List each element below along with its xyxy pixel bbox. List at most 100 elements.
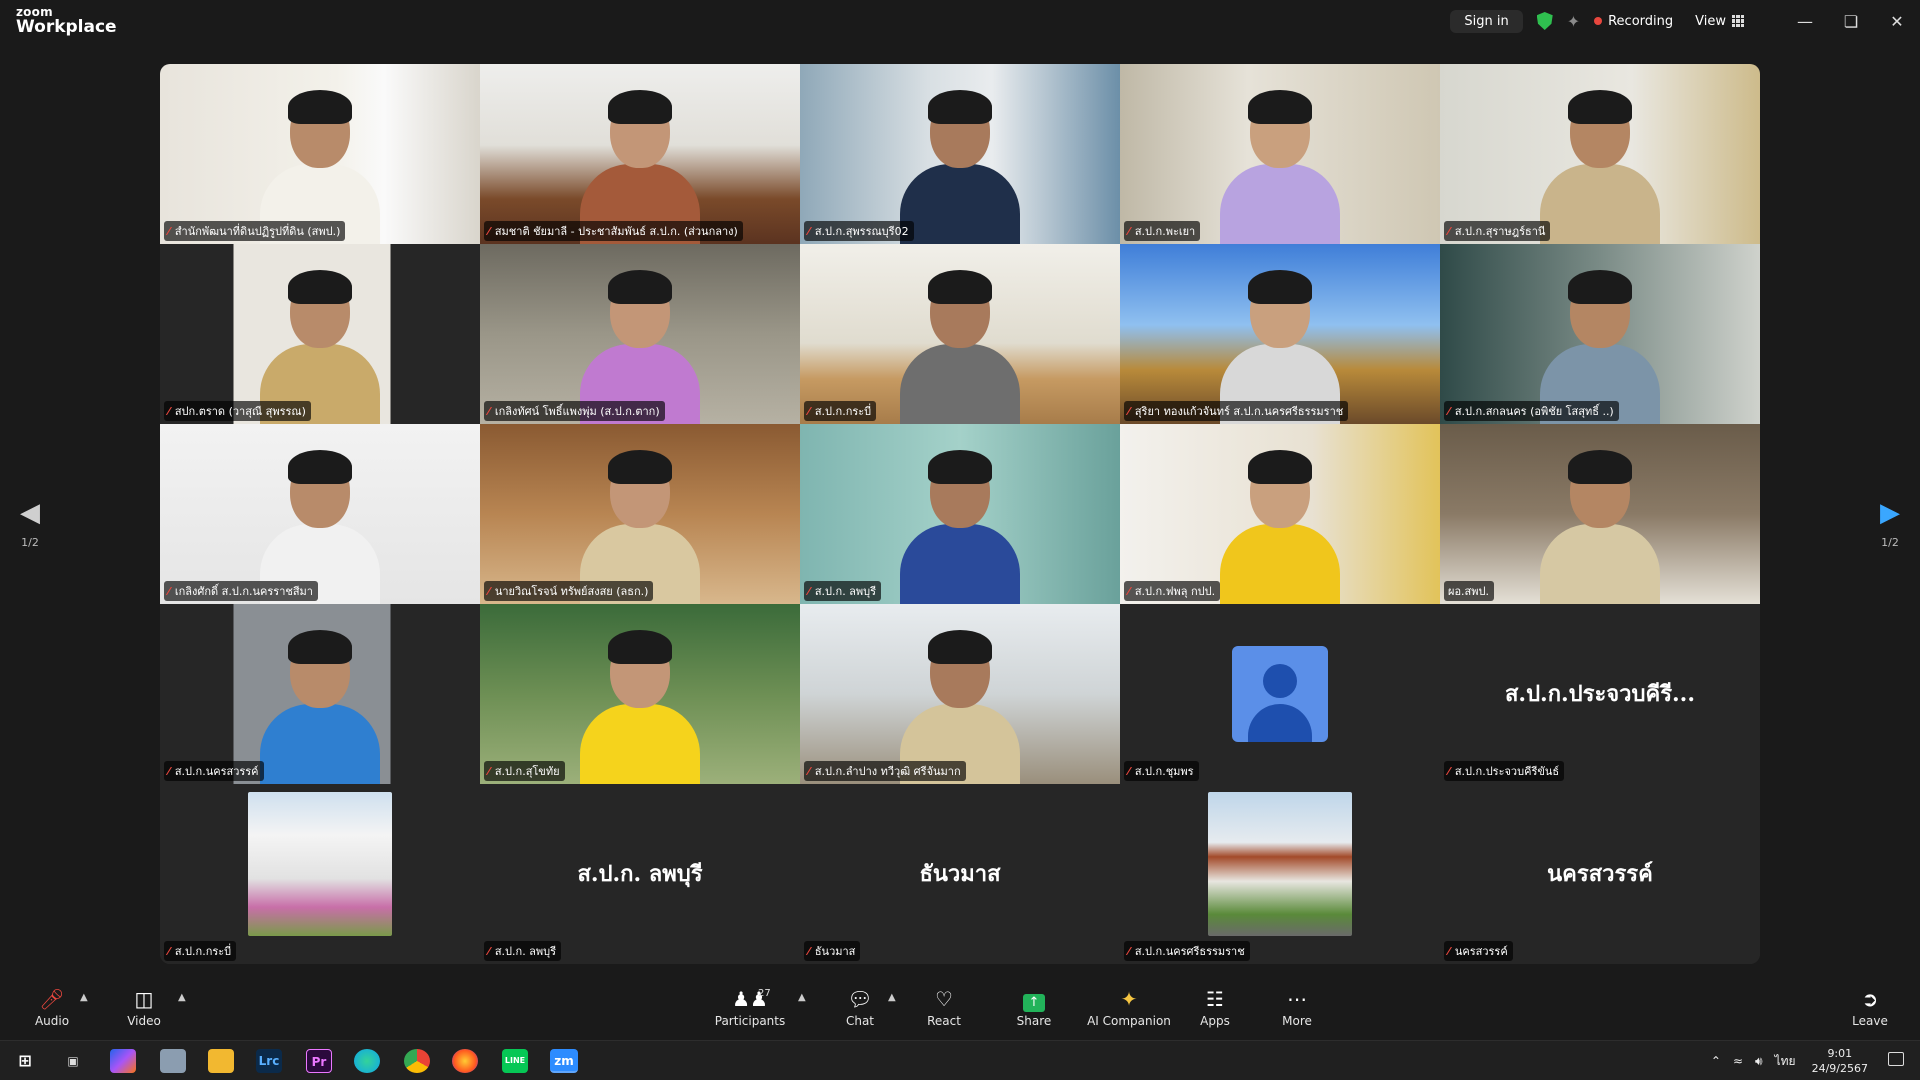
close-icon[interactable]: ✕	[1874, 12, 1920, 31]
participant-video	[160, 64, 480, 244]
taskbar-clock[interactable]: 9:01 24/9/2567	[1812, 1046, 1868, 1076]
participant-tile[interactable]: ⁄ นายวิณโรจน์ ทรัพย์สงสย (ลธก.)	[480, 424, 800, 604]
participant-tile[interactable]: ⁄ ส.ป.ก.นครศรีธรรมราช	[1120, 784, 1440, 964]
zoom-app-icon[interactable]: zm	[550, 1049, 578, 1073]
participant-name-tag: ⁄ เกลิงศักดิ์ ส.ป.ก.นครราชสีมา	[164, 581, 318, 601]
participant-tile[interactable]: ⁄ ส.ป.ก.สุราษฎร์ธานี	[1440, 64, 1760, 244]
chrome-browser-icon[interactable]	[404, 1049, 430, 1073]
premiere-pro-icon[interactable]: Pr	[306, 1049, 332, 1073]
participant-name-tag: ⁄ เกลิงทัศน์ โพธิ์แพงพุ่ม (ส.ป.ก.ตาก)	[484, 401, 665, 421]
participant-name-tag: ⁄ ธันวมาส	[804, 941, 861, 961]
apps-button[interactable]: ☷ Apps	[1175, 986, 1255, 1028]
windows-start-icon[interactable]: ⊞	[12, 1049, 38, 1073]
participant-tile[interactable]: ⁄ ส.ป.ก.สกลนคร (อพิชัย โสสุทธิ์ ..)	[1440, 244, 1760, 424]
participant-tile[interactable]: นครสวรรค์ ⁄ นครสวรรค์	[1440, 784, 1760, 964]
encryption-shield-icon[interactable]	[1536, 12, 1553, 30]
prev-page-icon[interactable]: ◀	[10, 498, 50, 528]
windows-taskbar: ⊞ ▣ Lrc Pr LINE zm ⌃ ≈ 🔊︎ ไทย 9:01 24/9/…	[0, 1040, 1920, 1080]
participant-name-tag: ⁄ ส.ป.ก.สุราษฎร์ธานี	[1444, 221, 1551, 241]
muted-mic-icon: ⁄	[168, 404, 170, 418]
participant-name: สำนักพัฒนาที่ดินปฏิรูปที่ดิน (สพป.)	[174, 225, 341, 238]
participant-tile[interactable]: ⁄ ส.ป.ก.สุโขทัย	[480, 604, 800, 784]
tray-overflow-icon[interactable]: ⌃	[1711, 1054, 1721, 1068]
participant-tile[interactable]: ⁄ ส.ป.ก.กระบี่	[160, 784, 480, 964]
participant-tile[interactable]: ⁄ ส.ป.ก. ลพบุรี	[800, 424, 1120, 604]
minimize-icon[interactable]: —	[1782, 12, 1828, 31]
participant-name: ส.ป.ก.ฟพลุ กปป.	[1134, 585, 1216, 598]
audio-options-caret-icon[interactable]: ▲	[80, 992, 88, 1003]
react-button[interactable]: ♡ React	[904, 986, 984, 1028]
participant-name-tag: ⁄ สมชาติ ชัยมาลี - ประชาสัมพันธ์ ส.ป.ก. (…	[484, 221, 743, 241]
muted-mic-icon: ⁄	[488, 584, 490, 598]
default-avatar-icon	[1232, 646, 1328, 742]
participant-video	[480, 244, 800, 424]
restore-icon[interactable]: ❏	[1828, 12, 1874, 31]
participant-tile[interactable]: ส.ป.ก. ลพบุรี ⁄ ส.ป.ก. ลพบุรี	[480, 784, 800, 964]
video-button[interactable]: ◫ Video	[104, 986, 184, 1028]
view-button[interactable]: View	[1695, 14, 1744, 29]
files-icon[interactable]	[160, 1049, 186, 1073]
participant-name-tag: ⁄ ส.ป.ก.ฟพลุ กปป.	[1124, 581, 1221, 601]
participants-label: Participants	[714, 1014, 786, 1028]
line-app-icon[interactable]: LINE	[502, 1049, 528, 1073]
participant-tile[interactable]: ⁄ สมชาติ ชัยมาลี - ประชาสัมพันธ์ ส.ป.ก. (…	[480, 64, 800, 244]
participant-tile[interactable]: ⁄ ส.ป.ก.กระบี่	[800, 244, 1120, 424]
video-options-caret-icon[interactable]: ▲	[178, 992, 186, 1003]
participant-tile[interactable]: ส.ป.ก.ประจวบคีรี... ⁄ ส.ป.ก.ประจวบคีรีขันธ…	[1440, 604, 1760, 784]
volume-icon[interactable]: 🔊︎	[1755, 1054, 1763, 1069]
participant-tile[interactable]: ⁄ สปก.ตราด (วาสุณี สุพรรณ)	[160, 244, 480, 424]
participants-count: 27	[758, 988, 771, 999]
participant-name: ส.ป.ก. ลพบุรี	[494, 945, 557, 958]
notifications-icon[interactable]	[1888, 1052, 1904, 1066]
edge-browser-icon[interactable]	[354, 1049, 380, 1073]
participant-tile[interactable]: ⁄ ส.ป.ก.ฟพลุ กปป.	[1120, 424, 1440, 604]
participant-video	[160, 604, 480, 784]
participant-tile[interactable]: ⁄ ส.ป.ก.สุพรรณบุรี02	[800, 64, 1120, 244]
participants-caret-icon[interactable]: ▲	[798, 992, 806, 1003]
next-page-nav[interactable]: ▶ 1/2	[1870, 498, 1910, 549]
lightroom-classic-icon[interactable]: Lrc	[256, 1049, 282, 1073]
grid-view-icon	[1732, 15, 1744, 27]
participant-tile[interactable]: ⁄ ส.ป.ก.พะเยา	[1120, 64, 1440, 244]
leave-label: Leave	[1852, 1014, 1888, 1028]
more-button[interactable]: ⋯ More	[1257, 986, 1337, 1028]
task-view-icon[interactable]: ▣	[60, 1049, 86, 1073]
participant-tile[interactable]: ⁄ เกลิงทัศน์ โพธิ์แพงพุ่ม (ส.ป.ก.ตาก)	[480, 244, 800, 424]
recording-indicator[interactable]: Recording	[1594, 14, 1673, 29]
file-explorer-icon[interactable]	[208, 1049, 234, 1073]
copilot-icon[interactable]	[110, 1049, 136, 1073]
participant-tile[interactable]: ธันวมาส ⁄ ธันวมาส	[800, 784, 1120, 964]
participant-tile[interactable]: ⁄ เกลิงศักดิ์ ส.ป.ก.นครราชสีมา	[160, 424, 480, 604]
participant-tile[interactable]: ⁄ ส.ป.ก.ชุมพร	[1120, 604, 1440, 784]
muted-mic-icon: ⁄	[1448, 404, 1450, 418]
ai-companion-button[interactable]: ✦ AI Companion	[1079, 986, 1179, 1028]
participant-figure	[1540, 90, 1660, 244]
participant-tile[interactable]: ⁄ สำนักพัฒนาที่ดินปฏิรูปที่ดิน (สพป.)	[160, 64, 480, 244]
react-label: React	[927, 1014, 961, 1028]
share-button[interactable]: ↑ Share	[994, 986, 1074, 1028]
participant-video	[800, 604, 1120, 784]
participant-name: ส.ป.ก.นครสวรรค์	[174, 765, 259, 778]
sign-in-button[interactable]: Sign in	[1450, 9, 1523, 33]
view-label: View	[1695, 13, 1726, 29]
firefox-browser-icon[interactable]	[452, 1049, 478, 1073]
wifi-icon[interactable]: ≈	[1733, 1054, 1743, 1068]
participant-tile[interactable]: ผอ.สพป.	[1440, 424, 1760, 604]
participant-name: ส.ป.ก. ลพบุรี	[814, 585, 877, 598]
participants-button[interactable]: ♟♟ 27 Participants	[710, 986, 790, 1028]
participant-tile[interactable]: ⁄ ส.ป.ก.ลำปาง ทวีวุฒิ ศรีจันมาก	[800, 604, 1120, 784]
participant-tile[interactable]: ⁄ สุริยา ทองแก้วจันทร์ ส.ป.ก.นครศรีธรรมรา…	[1120, 244, 1440, 424]
share-label: Share	[1016, 1014, 1052, 1028]
next-page-icon[interactable]: ▶	[1870, 498, 1910, 528]
ai-sparkle-icon[interactable]: ✦	[1567, 12, 1580, 31]
participant-name-tag: ⁄ ส.ป.ก. ลพบุรี	[804, 581, 882, 601]
prev-page-nav[interactable]: ◀ 1/2	[10, 498, 50, 549]
chat-caret-icon[interactable]: ▲	[888, 992, 896, 1003]
input-language[interactable]: ไทย	[1775, 1052, 1796, 1071]
participant-name: ส.ป.ก.ประจวบคีรีขันธ์	[1454, 765, 1560, 778]
leave-button[interactable]: ➲ Leave	[1830, 986, 1910, 1028]
participant-video	[1120, 64, 1440, 244]
participant-name: ส.ป.ก.สุโขทัย	[494, 765, 560, 778]
participant-figure	[900, 90, 1020, 244]
participant-tile[interactable]: ⁄ ส.ป.ก.นครสวรรค์	[160, 604, 480, 784]
